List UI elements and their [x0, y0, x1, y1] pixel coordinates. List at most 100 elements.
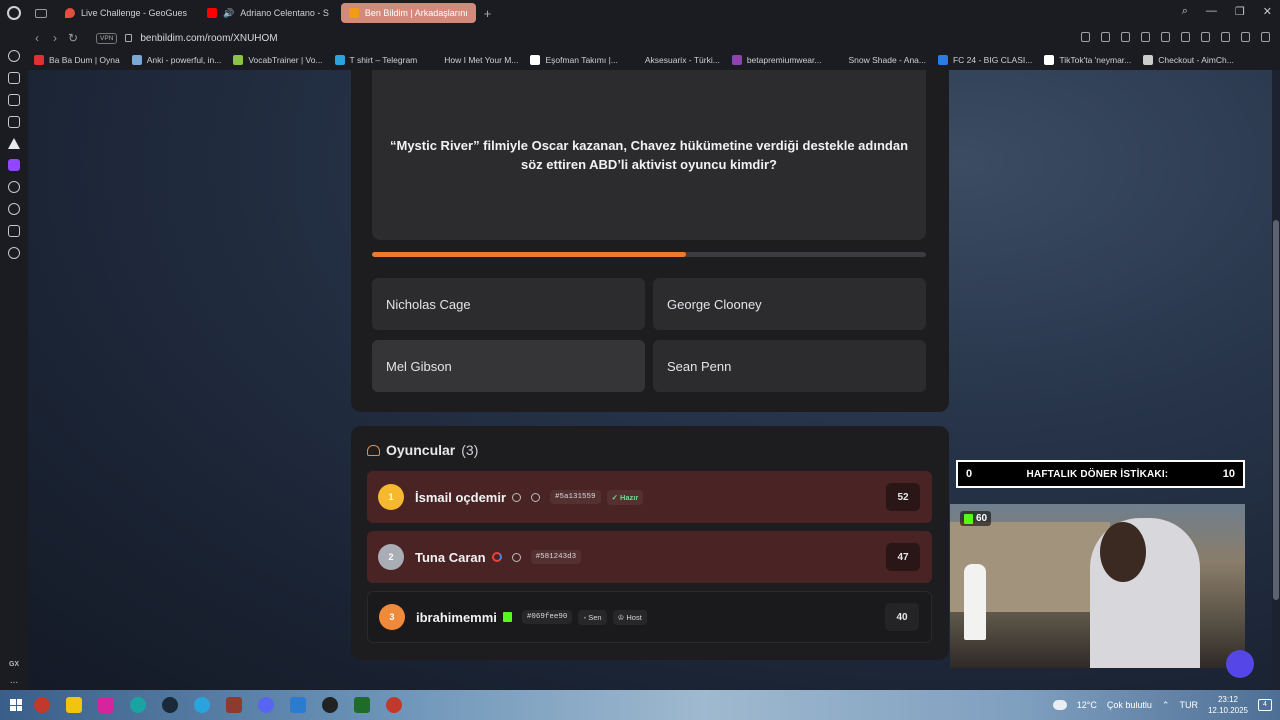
bookmark-item[interactable]: betapremiumwear...	[731, 55, 821, 65]
more-icon[interactable]: ...	[10, 675, 18, 686]
player-icon[interactable]	[8, 181, 20, 193]
settings-icon[interactable]	[8, 247, 20, 259]
notification-icon[interactable]: 4	[1258, 699, 1272, 711]
edge-icon[interactable]	[130, 697, 146, 713]
pin-icon[interactable]	[1081, 32, 1090, 42]
download-icon[interactable]	[1241, 32, 1250, 42]
reload-button[interactable]: ↻	[64, 31, 82, 45]
play-icon[interactable]	[1161, 32, 1170, 42]
bookmark-item[interactable]: Eşofman Takımı |...	[530, 55, 618, 65]
screenshot-icon[interactable]	[1141, 32, 1150, 42]
answer-option-2[interactable]: George Clooney	[653, 278, 926, 330]
cloud-icon[interactable]	[1052, 700, 1067, 710]
close-button[interactable]: ✕	[1263, 5, 1272, 18]
tab-geoguessr[interactable]: Live Challenge - GeoGues	[57, 3, 195, 23]
extensions-icon[interactable]	[1201, 32, 1210, 42]
steam-icon[interactable]	[162, 697, 178, 713]
discord-icon[interactable]	[258, 697, 274, 713]
add-friend-icon[interactable]	[531, 492, 541, 502]
bookmark-icon	[731, 55, 742, 65]
host-badge: ♔ Host	[612, 609, 647, 625]
bookmark-label: TikTok'ta 'neymar...	[1059, 55, 1132, 65]
clock[interactable]: 23:12 12.10.2025	[1208, 694, 1248, 716]
opera-logo-icon[interactable]	[7, 6, 21, 20]
url-field[interactable]: benbildim.com/room/XNUHOM	[140, 33, 277, 44]
twitch-icon[interactable]	[8, 159, 20, 171]
minimize-button[interactable]: —	[1206, 5, 1217, 18]
back-button[interactable]: ‹	[28, 31, 46, 45]
maximize-button[interactable]: ❐	[1235, 5, 1245, 18]
rank-badge: 3	[379, 604, 405, 630]
image-icon[interactable]	[8, 94, 20, 106]
vscode-icon[interactable]	[290, 697, 306, 713]
app-icon[interactable]	[386, 697, 402, 713]
answer-option-4[interactable]: Sean Penn	[653, 340, 926, 392]
bookmark-item[interactable]: Checkout - AimCh...	[1143, 55, 1234, 65]
winrar-icon[interactable]	[226, 697, 242, 713]
tab-label: Adriano Celentano - S	[240, 8, 329, 18]
cart-icon[interactable]	[8, 72, 20, 84]
shield-icon[interactable]	[1121, 32, 1130, 42]
bookmark-label: Snow Shade - Ana...	[848, 55, 926, 65]
ready-label: Hazır	[619, 492, 639, 502]
timer-progress-fill	[372, 252, 686, 257]
speed-dial-icon[interactable]	[8, 50, 20, 62]
snapshot-icon[interactable]	[1101, 32, 1110, 42]
bookmark-item[interactable]: How I Met Your M...	[429, 55, 518, 65]
bookmark-item[interactable]: Snow Shade - Ana...	[833, 55, 926, 65]
vpn-badge[interactable]: VPN	[96, 32, 118, 44]
bookmark-item[interactable]: TikTok'ta 'neymar...	[1044, 55, 1131, 65]
opera-gx-taskbar-icon[interactable]	[34, 697, 50, 713]
workspaces-icon[interactable]	[35, 8, 47, 18]
lock-icon[interactable]	[125, 34, 133, 42]
aria-icon[interactable]	[8, 138, 20, 149]
language[interactable]: TUR	[1179, 700, 1198, 710]
question-text: “Mystic River” filmiyle Oscar kazanan, C…	[389, 138, 909, 172]
geoguessr-pin-icon	[65, 8, 75, 18]
bookmark-item[interactable]: VocabTrainer | Vo...	[233, 55, 323, 65]
bookmark-item[interactable]: T shirt – Telegram	[334, 55, 417, 65]
bookmark-icon	[833, 55, 844, 65]
wallet-icon[interactable]	[1221, 32, 1230, 42]
forward-button[interactable]: ›	[46, 31, 64, 45]
bookmark-item[interactable]: FC 24 - BIG CLASI...	[937, 55, 1032, 65]
chat-fab-button[interactable]	[1226, 650, 1254, 678]
tray-chevron-icon[interactable]: ⌃	[1162, 700, 1170, 711]
tab-benbildim[interactable]: Ben Bildim | Arkadaşlarını	[340, 3, 476, 23]
instagram-icon[interactable]	[98, 697, 114, 713]
obs-icon[interactable]	[322, 697, 338, 713]
user-icon	[512, 492, 522, 502]
m-icon[interactable]	[8, 116, 20, 128]
timer-progress-bar	[372, 252, 926, 257]
speaker-icon[interactable]: 🔊	[223, 8, 234, 19]
answer-option-3[interactable]: Mel Gibson	[372, 340, 645, 392]
youtube-icon	[207, 8, 218, 18]
gx-label[interactable]: GX	[9, 661, 19, 668]
windows-start-icon[interactable]	[10, 699, 22, 711]
file-explorer-icon[interactable]	[66, 697, 82, 713]
telegram-icon[interactable]	[194, 697, 210, 713]
bookmark-label: Checkout - AimCh...	[1158, 55, 1234, 65]
webcam-overlay	[950, 504, 1245, 668]
tab-youtube[interactable]: 🔊 Adriano Celentano - S	[199, 3, 337, 23]
search-tabs-icon[interactable]: ⌕	[1182, 5, 1188, 18]
temperature[interactable]: 12°C	[1077, 700, 1097, 710]
bookmark-icon	[334, 55, 345, 65]
weather-text[interactable]: Çok bulutlu	[1107, 700, 1152, 710]
you-label: Sen	[588, 612, 602, 622]
extensions-icon[interactable]	[8, 225, 20, 237]
bookmark-item[interactable]: Ba Ba Dum | Oyna	[34, 55, 120, 65]
menu-icon[interactable]	[1261, 32, 1270, 42]
answer-option-1[interactable]: Nicholas Cage	[372, 278, 645, 330]
terminal-icon[interactable]	[354, 697, 370, 713]
bookmark-item[interactable]: Aksesuarix - Türki...	[629, 55, 720, 65]
player-score: 47	[886, 543, 920, 571]
scrollbar-thumb[interactable]	[1273, 220, 1279, 600]
add-friend-icon[interactable]	[511, 552, 521, 562]
heart-icon[interactable]	[1181, 32, 1190, 42]
bookmark-item[interactable]: Anki - powerful, in...	[131, 55, 221, 65]
system-tray: 12°C Çok bulutlu ⌃ TUR 23:12 12.10.2025 …	[1052, 690, 1272, 720]
answer-label: Nicholas Cage	[386, 296, 471, 312]
new-tab-button[interactable]: +	[484, 6, 492, 21]
history-icon[interactable]	[8, 203, 20, 215]
